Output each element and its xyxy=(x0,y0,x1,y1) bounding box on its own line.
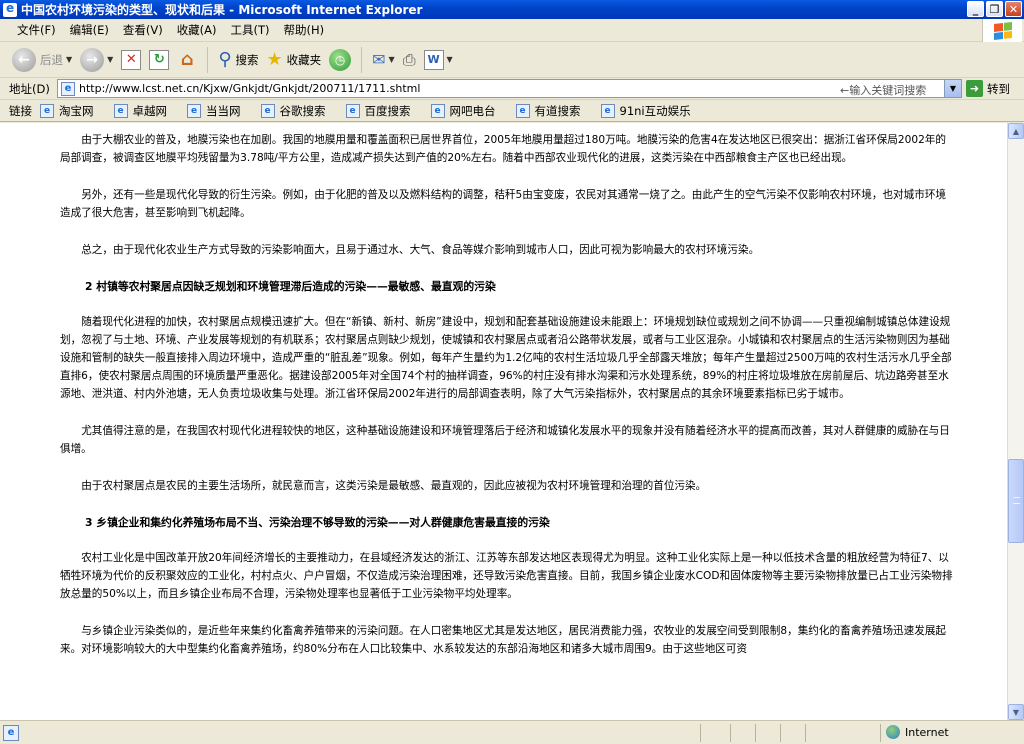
page-icon: e xyxy=(61,81,75,96)
ie-app-icon xyxy=(3,1,17,17)
thumb-grip xyxy=(1013,497,1020,504)
star-icon: ★ xyxy=(266,49,283,70)
article-paragraph: 总之，由于现代化农业生产方式导致的污染影响面大，且易于通过水、大气、食品等媒介影… xyxy=(81,243,760,256)
link-91ni[interactable]: e 91ni互动娱乐 xyxy=(600,103,691,119)
minimize-button[interactable]: _ xyxy=(967,1,984,17)
link-page-icon: e xyxy=(40,103,54,118)
link-dangdang[interactable]: e 当当网 xyxy=(187,103,241,119)
home-icon: ⌂ xyxy=(180,49,194,70)
mail-icon: ✉ xyxy=(372,50,386,69)
article-paragraph: 由于大棚农业的普及，地膜污染也在加剧。我国的地膜用量和覆盖面积已居世界首位，20… xyxy=(60,134,946,165)
link-page-icon: e xyxy=(430,103,445,118)
history-button[interactable]: ◷ xyxy=(325,45,355,75)
security-zone: Internet xyxy=(886,725,949,739)
address-input[interactable]: e http://www.lcst.net.cn/Kjxw/Gnkjdt/Gnk… xyxy=(57,79,962,98)
link-youdao[interactable]: e 有道搜索 xyxy=(515,103,581,119)
status-bar: e Internet xyxy=(0,720,1024,744)
menu-edit[interactable]: 编辑(E) xyxy=(63,22,116,38)
link-baidu[interactable]: e 百度搜索 xyxy=(345,103,411,119)
link-google[interactable]: e 谷歌搜索 xyxy=(260,103,326,119)
back-arrow-icon: ← xyxy=(12,47,36,72)
favorites-button[interactable]: ★ 收藏夹 xyxy=(263,45,326,75)
back-button[interactable]: ← 后退 ▼ xyxy=(8,45,76,75)
address-bar: 地址(D) e http://www.lcst.net.cn/Kjxw/Gnkj… xyxy=(0,78,1024,100)
link-page-icon: e xyxy=(260,103,275,118)
link-page-icon: e xyxy=(187,103,201,118)
printer-icon: ⎙ xyxy=(402,49,416,69)
print-button[interactable]: ⎙ xyxy=(399,45,420,75)
article-paragraph: 另外，还有一些是现代化导致的衍生污染。例如，由于化肥的普及以及燃料结构的调整，秸… xyxy=(60,188,947,220)
link-taobao[interactable]: e 淘宝网 xyxy=(40,103,94,119)
window-controls: _ ❐ ✕ xyxy=(967,1,1022,17)
title-bar[interactable]: 中国农村环境污染的类型、现状和后果 - Microsoft Internet E… xyxy=(0,0,1024,19)
status-panel xyxy=(755,724,756,742)
forward-dropdown-icon[interactable]: ▼ xyxy=(107,55,113,64)
article-paragraph: 由于农村聚居点是农民的主要生活场所，就民意而言，这类污染是最敏感、最直观的，因此… xyxy=(81,479,707,492)
window-title: 中国农村环境污染的类型、现状和后果 - Microsoft Internet E… xyxy=(21,3,423,17)
address-dropdown-icon[interactable]: ▼ xyxy=(944,80,961,97)
link-page-icon: e xyxy=(600,103,615,118)
status-panel xyxy=(805,724,806,742)
links-label: 链接 xyxy=(9,103,32,118)
stop-button[interactable]: ✕ xyxy=(117,45,145,75)
stop-icon: ✕ xyxy=(121,49,142,70)
menu-bar: 文件(F) 编辑(E) 查看(V) 收藏(A) 工具(T) 帮助(H) xyxy=(0,19,1024,42)
status-panel xyxy=(730,724,731,742)
refresh-icon: ↻ xyxy=(149,49,170,70)
home-button[interactable]: ⌂ xyxy=(173,45,201,75)
article-paragraph: 尤其值得注意的是，在我国农村现代化进程较快的地区，这种基础设施建设和环境管理落后… xyxy=(60,425,950,456)
article-paragraph: 与乡镇企业污染类似的，是近些年来集约化畜禽养殖带来的污染问题。在人口密集地区尤其… xyxy=(60,624,947,655)
mail-button[interactable]: ✉ ▼ xyxy=(368,45,399,75)
search-icon: ⚲ xyxy=(218,49,232,70)
close-button[interactable]: ✕ xyxy=(1005,1,1022,17)
link-page-icon: e xyxy=(515,103,530,118)
link-page-icon: e xyxy=(345,103,360,118)
scroll-down-button[interactable]: ▼ xyxy=(1008,704,1024,720)
address-label: 地址(D) xyxy=(9,81,50,96)
go-arrow-icon: ➜ xyxy=(966,80,983,97)
menu-file[interactable]: 文件(F) xyxy=(10,22,63,38)
links-bar: 链接 e 淘宝网 e 卓越网 e 当当网 e 谷歌搜索 e 百度搜索 e 网吧电台 e 有道搜… xyxy=(0,100,1024,122)
standard-toolbar: ← 后退 ▼ → ▼ ✕ ↻ ⌂ ⚲ 搜索 ★ 收藏夹 ◷ ✉ ▼ ⎙ W ▼ xyxy=(0,42,1024,78)
edit-dropdown-icon[interactable]: ▼ xyxy=(447,55,453,64)
toolbar-separator xyxy=(207,46,209,73)
go-button[interactable]: ➜ 转到 xyxy=(966,80,1010,97)
vertical-scrollbar[interactable]: ▲ ▼ xyxy=(1007,123,1024,720)
menu-view[interactable]: 查看(V) xyxy=(116,22,170,38)
maximize-button[interactable]: ❐ xyxy=(986,1,1003,17)
link-page-icon: e xyxy=(113,103,128,118)
section-heading: 3 乡镇企业和集约化养殖场布局不当、污染治理不够导致的污染——对人群健康危害最直… xyxy=(85,515,550,529)
back-dropdown-icon[interactable]: ▼ xyxy=(66,55,72,64)
windows-logo-icon xyxy=(982,19,1022,42)
status-panel xyxy=(780,724,781,742)
article-paragraph: 随着现代化进程的加快，农村聚居点规模迅速扩大。但在“新镇、新村、新房”建设中，规… xyxy=(60,315,952,401)
globe-icon xyxy=(886,725,900,739)
scroll-up-button[interactable]: ▲ xyxy=(1008,123,1024,139)
toolbar-separator xyxy=(361,46,363,73)
section-heading: 2 村镇等农村聚居点因缺乏规划和环境管理滞后造成的污染——最敏感、最直观的污染 xyxy=(85,279,496,293)
refresh-button[interactable]: ↻ xyxy=(145,45,173,75)
word-edit-icon: W xyxy=(423,49,444,70)
status-panel xyxy=(880,724,881,742)
link-netbar-radio[interactable]: e 网吧电台 xyxy=(430,103,496,119)
menu-tools[interactable]: 工具(T) xyxy=(224,22,277,38)
scroll-thumb[interactable] xyxy=(1008,459,1024,543)
menu-help[interactable]: 帮助(H) xyxy=(277,22,332,38)
link-joyo[interactable]: e 卓越网 xyxy=(113,103,167,119)
search-button[interactable]: ⚲ 搜索 xyxy=(214,45,262,75)
edit-button[interactable]: W ▼ xyxy=(420,45,457,75)
page-content: 由于大棚农业的普及，地膜污染也在加剧。我国的地膜用量和覆盖面积已居世界首位，20… xyxy=(0,123,1007,720)
article-body: 由于大棚农业的普及，地膜污染也在加剧。我国的地膜用量和覆盖面积已居世界首位，20… xyxy=(60,131,955,677)
forward-arrow-icon: → xyxy=(80,47,105,72)
menu-favorites[interactable]: 收藏(A) xyxy=(170,22,224,38)
status-panel xyxy=(700,724,701,742)
history-icon: ◷ xyxy=(329,48,352,71)
article-paragraph: 农村工业化是中国改革开放20年间经济增长的主要推动力，在县域经济发达的浙江、江苏… xyxy=(60,551,953,601)
page-status-icon: e xyxy=(3,724,19,741)
mail-dropdown-icon[interactable]: ▼ xyxy=(389,55,395,64)
address-url[interactable]: http://www.lcst.net.cn/Kjxw/Gnkjdt/Gnkjd… xyxy=(79,82,420,95)
forward-button[interactable]: → ▼ xyxy=(76,45,117,75)
